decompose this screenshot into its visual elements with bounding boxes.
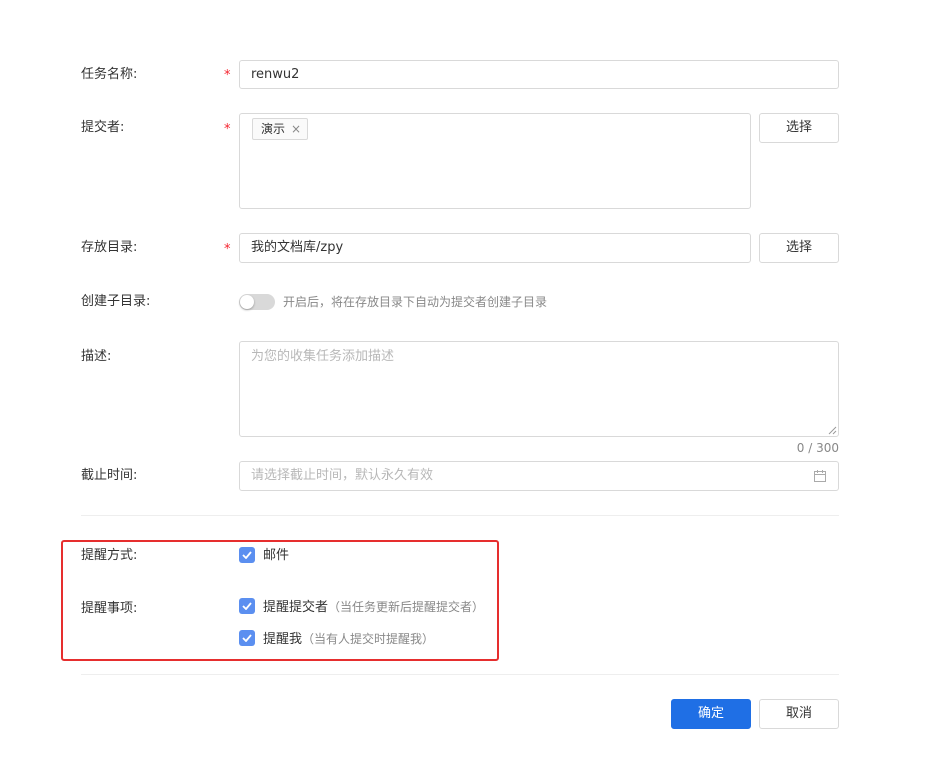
submitter-tag-text: 演示 (261, 122, 286, 136)
create-subdir-hint: 开启后，将在存放目录下自动为提交者创建子目录 (283, 295, 548, 309)
submitter-field[interactable] (239, 113, 751, 209)
description-counter: 0 / 300 (796, 441, 839, 455)
task-name-required-mark: * (224, 68, 231, 83)
storage-dir-required-mark: * (224, 242, 231, 257)
cancel-button[interactable]: 取消 (759, 699, 839, 729)
highlight-box (61, 540, 499, 661)
create-subdir-label: 创建子目录: (81, 294, 151, 309)
task-name-label: 任务名称: (81, 67, 138, 82)
submitter-select-button[interactable]: 选择 (759, 113, 839, 143)
switch-knob (240, 295, 254, 309)
deadline-input[interactable]: 请选择截止时间，默认永久有效 (239, 461, 839, 491)
description-label: 描述: (81, 349, 112, 364)
deadline-placeholder: 请选择截止时间，默认永久有效 (251, 468, 434, 483)
description-placeholder: 为您的收集任务添加描述 (251, 349, 395, 364)
resize-handle-icon[interactable] (828, 426, 837, 435)
confirm-button[interactable]: 确定 (671, 699, 751, 729)
divider (81, 515, 839, 516)
task-name-input[interactable]: renwu2 (239, 60, 839, 89)
storage-dir-select-button[interactable]: 选择 (759, 233, 839, 263)
close-icon[interactable]: × (291, 119, 301, 139)
submitter-tag: 演示 × (252, 118, 309, 140)
storage-dir-label: 存放目录: (81, 240, 138, 255)
description-textarea[interactable]: 为您的收集任务添加描述 (239, 341, 839, 437)
create-subdir-switch[interactable] (239, 294, 275, 310)
storage-dir-input[interactable]: 我的文档库/zpy (239, 233, 751, 263)
submitter-required-mark: * (224, 122, 231, 137)
calendar-icon[interactable] (814, 470, 826, 482)
submitter-label: 提交者: (81, 120, 125, 135)
divider (81, 674, 839, 675)
deadline-label: 截止时间: (81, 468, 138, 483)
